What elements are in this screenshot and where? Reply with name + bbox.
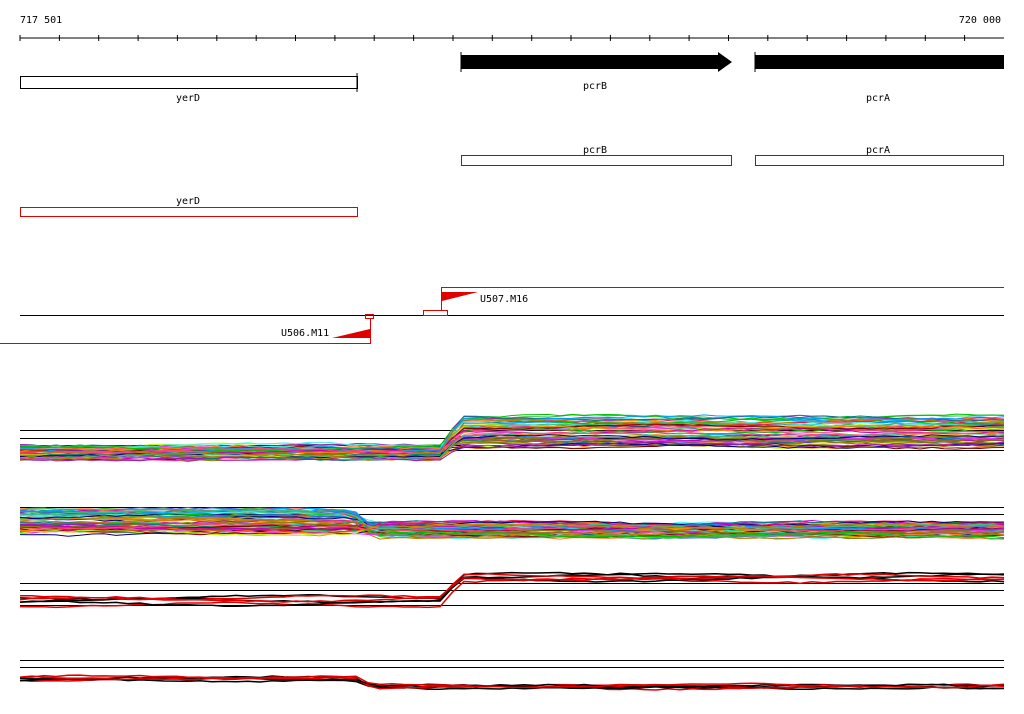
expression-profile	[19, 577, 1005, 609]
expression-profile	[19, 572, 1005, 601]
axis-end-label: 720 000	[959, 15, 1001, 26]
annotation-pcrB[interactable]: pcrB	[461, 145, 732, 166]
genome-browser-view: 717 501 720 000 yerD pcrB pcrA pcrB pcrA…	[0, 15, 1005, 691]
transcription-unit-track: U507.M16 U506.M11	[0, 287, 1004, 344]
tu-lower-label: U506.M11	[281, 328, 329, 339]
axis-start-label: 717 501	[20, 15, 62, 26]
expression-panel-1	[19, 413, 1005, 463]
annotation-pcrA-label: pcrA	[866, 145, 890, 156]
expression-profile	[20, 574, 1005, 601]
annotation-pcrB-label: pcrB	[583, 145, 607, 156]
tu-upper-label: U507.M16	[480, 294, 528, 305]
expression-panel-3	[19, 571, 1005, 609]
expression-panel-2	[19, 506, 1005, 540]
annotation-track-blue: pcrB pcrA	[461, 145, 1004, 166]
coordinate-ruler	[19, 35, 1004, 41]
annotation-pcrA[interactable]: pcrA	[755, 145, 1004, 166]
gene-pcrB-label: pcrB	[583, 81, 607, 92]
expression-panel-4	[19, 660, 1005, 691]
transcription-unit-upper[interactable]: U507.M16	[423, 287, 1005, 316]
gene-pcrA-label: pcrA	[866, 93, 890, 104]
gene-yerD[interactable]: yerD	[20, 73, 358, 104]
gene-pcrB[interactable]: pcrB	[460, 52, 732, 92]
annotation-yerD[interactable]: yerD	[20, 196, 358, 217]
gene-track: yerD pcrB pcrA	[20, 52, 1004, 104]
transcription-unit-lower[interactable]: U506.M11	[0, 314, 374, 344]
annotation-yerD-label: yerD	[176, 196, 200, 207]
annotation-track-red: yerD	[20, 196, 358, 217]
gene-yerD-label: yerD	[176, 93, 200, 104]
gene-pcrA[interactable]: pcrA	[754, 52, 1004, 104]
